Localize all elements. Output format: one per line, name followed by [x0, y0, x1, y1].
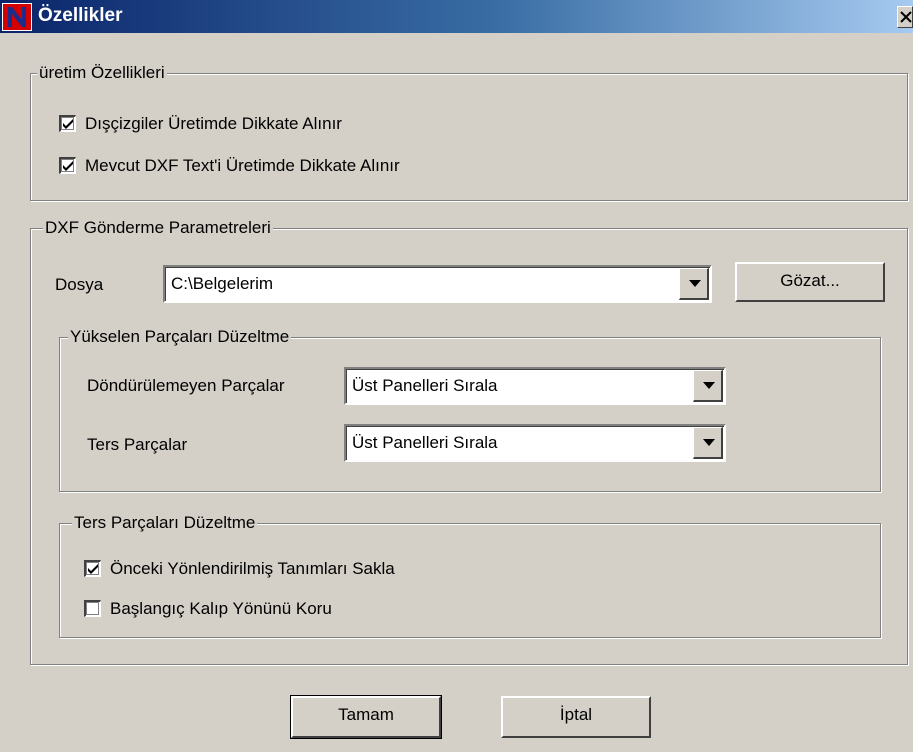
production-properties-legend: üretim Özellikleri	[37, 62, 167, 84]
rising-parts-legend: Yükselen Parçaları Düzeltme	[68, 326, 292, 348]
file-path-dropdown-button[interactable]	[679, 268, 709, 300]
dxf-text-consider-checkbox[interactable]	[59, 157, 76, 174]
reverse-parts-value: Üst Panelleri Sırala	[352, 433, 498, 452]
app-logo-icon	[2, 3, 32, 31]
reverse-parts-label: Ters Parçalar	[87, 435, 188, 454]
close-button[interactable]	[897, 6, 913, 28]
keep-oriented-definitions-option[interactable]: Önceki Yönlendirilmiş Tanımları Sakla	[84, 558, 484, 580]
dxf-text-consider-label: Mevcut DXF Text'i Üretimde Dikkate Alını…	[85, 156, 400, 175]
rising-parts-group: Yükselen Parçaları Düzeltme Döndürülemey…	[59, 326, 881, 492]
keep-oriented-definitions-checkbox[interactable]	[84, 560, 101, 577]
checkmark-icon	[63, 161, 73, 171]
file-label: Dosya	[55, 275, 104, 294]
unrotatable-parts-select[interactable]: Üst Panelleri Sırala	[344, 367, 726, 405]
ok-button[interactable]: Tamam	[290, 695, 442, 739]
keep-mold-direction-checkbox[interactable]	[84, 600, 101, 617]
chevron-down-icon	[703, 439, 715, 446]
dxf-export-legend: DXF Gönderme Parametreleri	[43, 217, 273, 239]
dxf-export-group: DXF Gönderme Parametreleri Dosya C:\Belg…	[30, 217, 908, 665]
checkmark-icon	[63, 119, 73, 129]
keep-mold-direction-option[interactable]: Başlangıç Kalıp Yönünü Koru	[84, 598, 424, 620]
file-path-value: C:\Belgelerim	[171, 274, 274, 293]
production-properties-group: üretim Özellikleri Dışçizgiler Üretimde …	[30, 62, 908, 201]
keep-oriented-definitions-label: Önceki Yönlendirilmiş Tanımları Sakla	[110, 559, 395, 578]
cancel-button[interactable]: İptal	[501, 696, 651, 738]
unrotatable-parts-label: Döndürülemeyen Parçalar	[87, 376, 285, 395]
reverse-parts-group: Ters Parçaları Düzeltme Önceki Yönlendir…	[59, 512, 881, 638]
keep-mold-direction-label: Başlangıç Kalıp Yönünü Koru	[110, 599, 332, 618]
outline-consider-option[interactable]: Dışçizgiler Üretimde Dikkate Alınır	[59, 113, 459, 135]
reverse-parts-dropdown-button[interactable]	[693, 427, 723, 459]
chevron-down-icon	[703, 382, 715, 389]
title-bar[interactable]: Özellikler	[0, 0, 913, 33]
file-path-combo[interactable]: C:\Belgelerim	[163, 265, 712, 303]
reverse-parts-legend: Ters Parçaları Düzeltme	[72, 512, 258, 534]
close-icon	[900, 11, 912, 23]
reverse-parts-select[interactable]: Üst Panelleri Sırala	[344, 424, 726, 462]
outline-consider-checkbox[interactable]	[59, 115, 76, 132]
unrotatable-parts-dropdown-button[interactable]	[693, 370, 723, 402]
chevron-down-icon	[689, 280, 701, 287]
browse-button[interactable]: Gözat...	[735, 262, 885, 302]
checkmark-icon	[88, 564, 98, 574]
dxf-text-consider-option[interactable]: Mevcut DXF Text'i Üretimde Dikkate Alını…	[59, 155, 519, 177]
window-title: Özellikler	[38, 5, 123, 26]
outline-consider-label: Dışçizgiler Üretimde Dikkate Alınır	[85, 114, 342, 133]
unrotatable-parts-value: Üst Panelleri Sırala	[352, 376, 498, 395]
